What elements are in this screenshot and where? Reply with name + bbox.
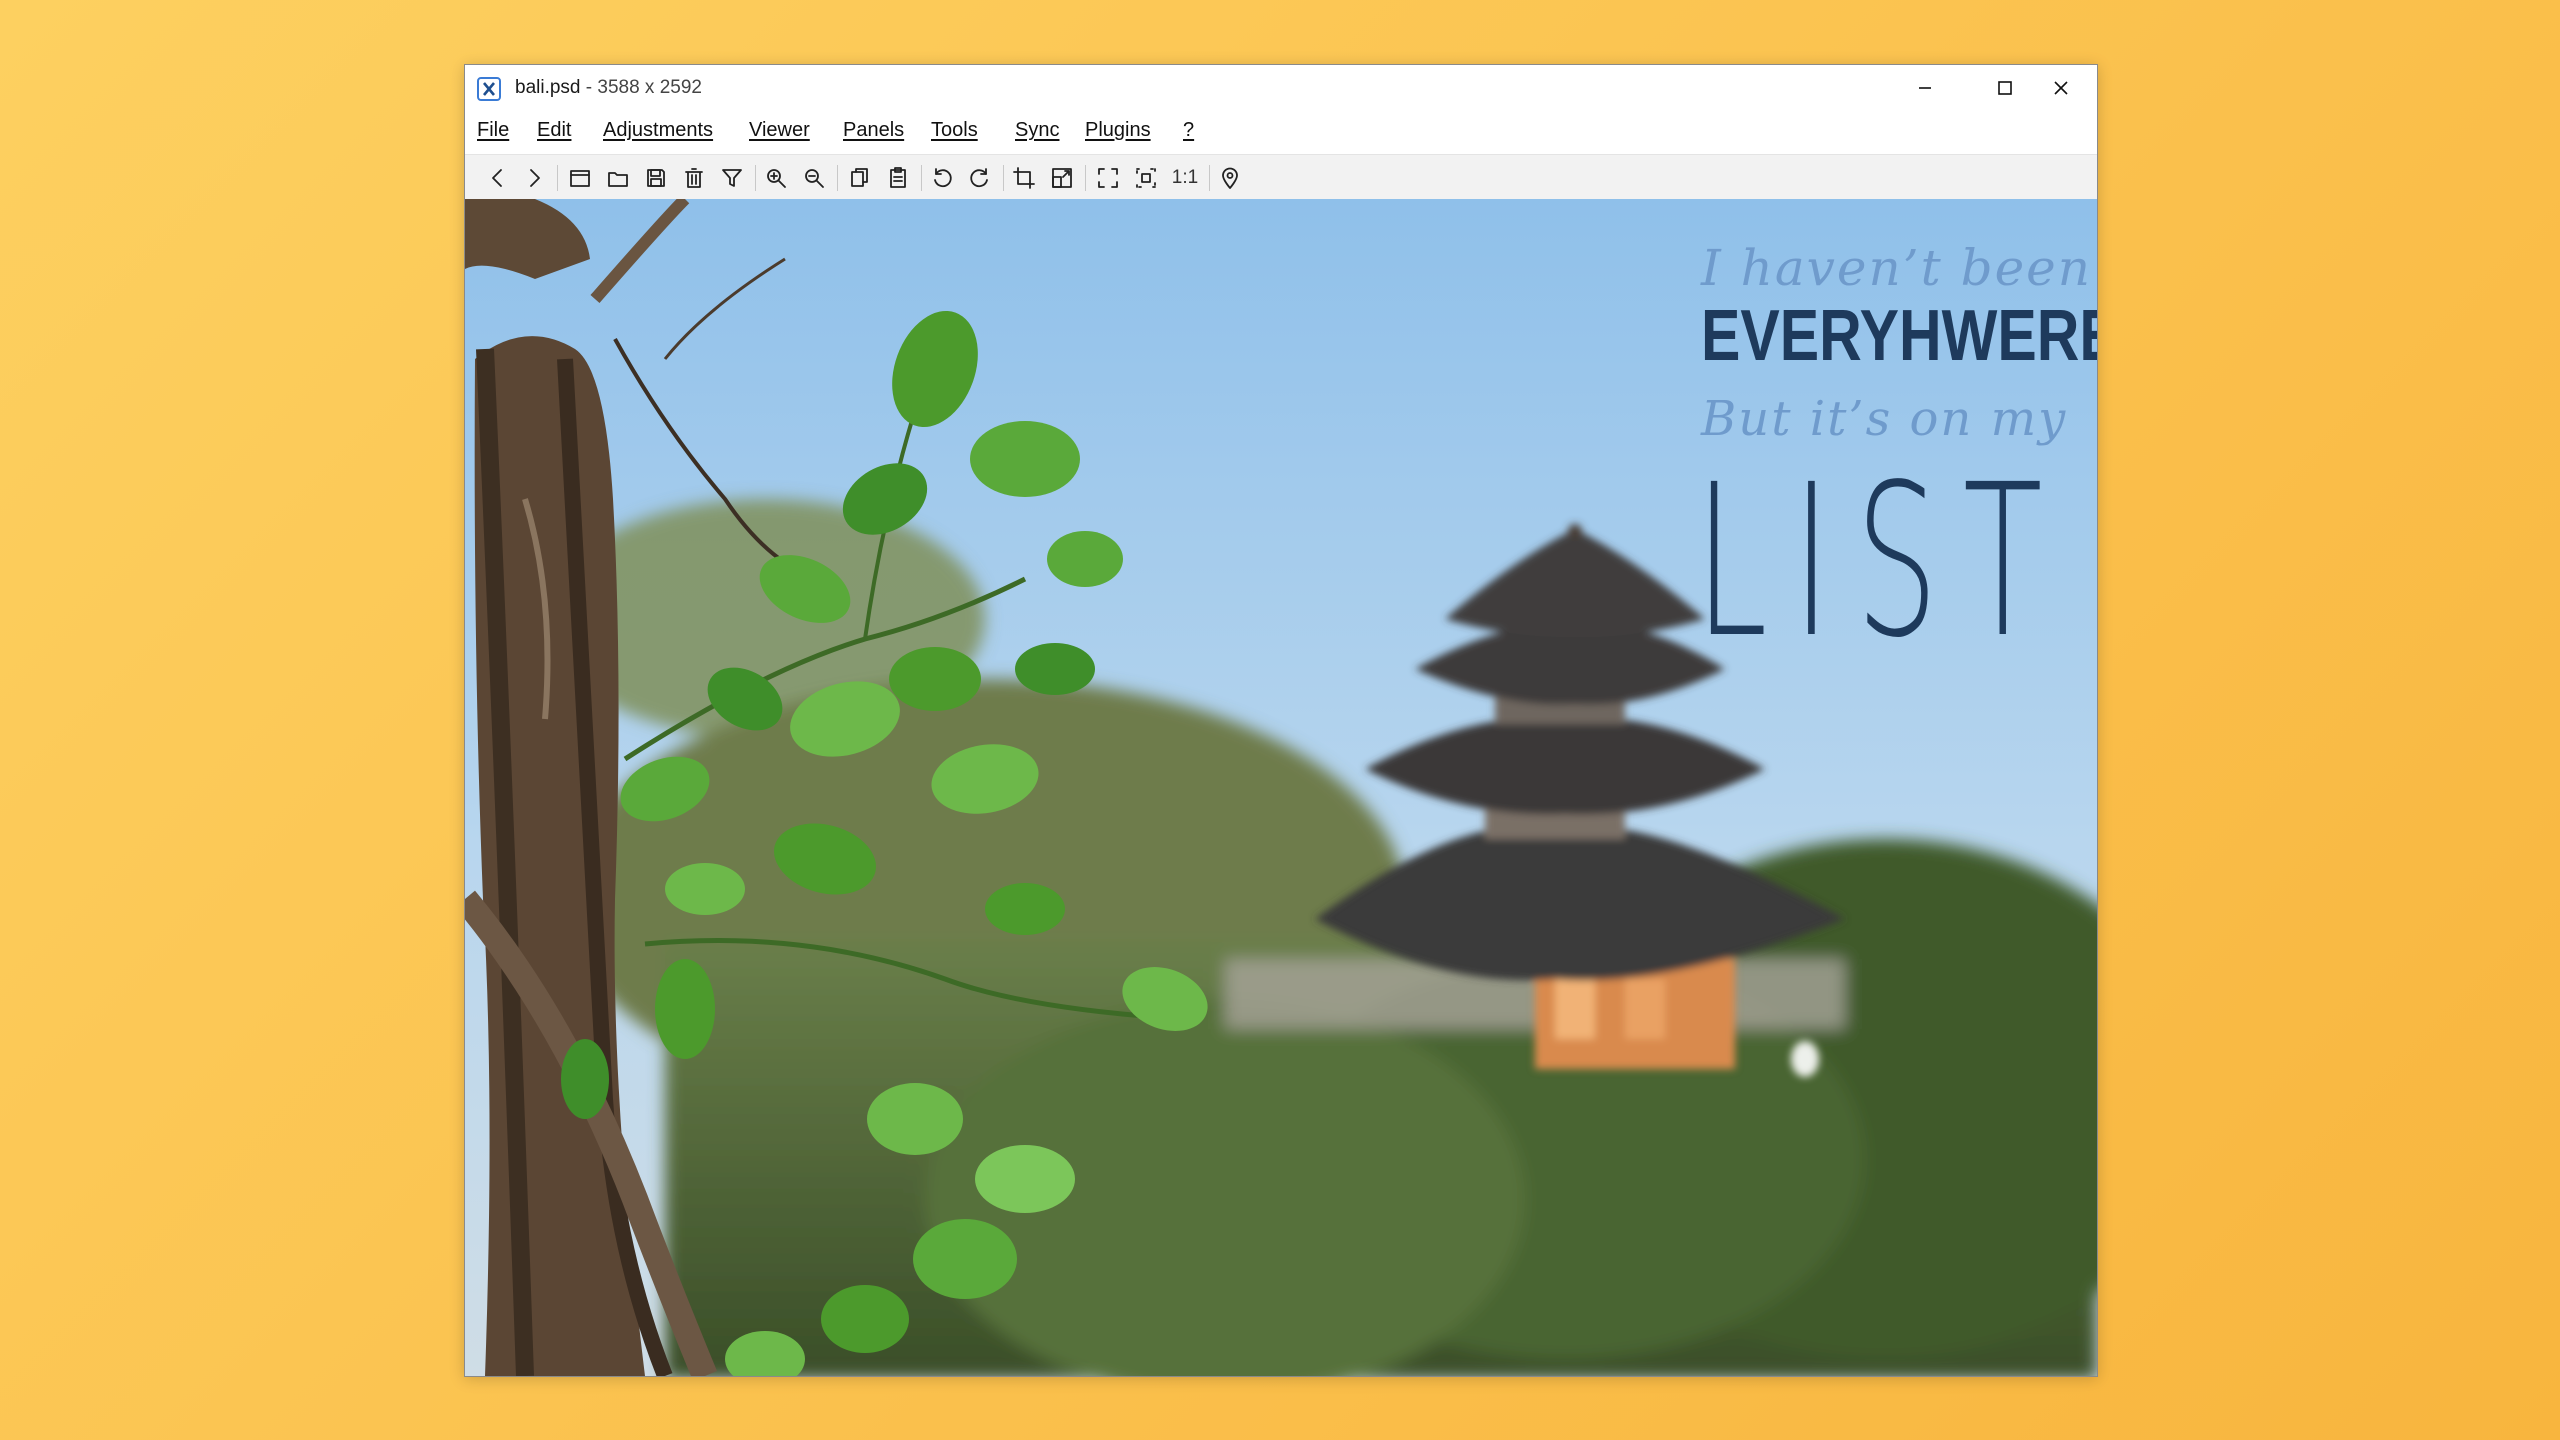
browser-icon xyxy=(570,170,590,187)
close-button[interactable] xyxy=(2025,65,2097,111)
quote-line-4: LIST xyxy=(1695,439,2068,684)
toolbar-separator xyxy=(755,165,756,191)
toolbar-separator xyxy=(837,165,838,191)
quote-line-1: I haven’t been xyxy=(1701,239,2092,297)
actual-size-label: 1:1 xyxy=(1171,167,1199,188)
maximize-icon xyxy=(1998,81,2012,95)
minimize-button[interactable] xyxy=(1889,65,1961,111)
zoom-in-button[interactable] xyxy=(761,163,791,193)
save-icon xyxy=(647,169,665,187)
fit-button[interactable] xyxy=(1131,163,1161,193)
fullscreen-icon xyxy=(1098,168,1118,188)
forward-icon xyxy=(530,169,540,187)
paste-icon xyxy=(890,167,906,188)
paste-button[interactable] xyxy=(883,163,913,193)
copy-button[interactable] xyxy=(845,163,875,193)
fit-icon xyxy=(1136,168,1156,188)
zoom-out-button[interactable] xyxy=(799,163,829,193)
rotate-right-button[interactable] xyxy=(965,163,995,193)
toolbar-separator xyxy=(921,165,922,191)
toolbar-separator xyxy=(1209,165,1210,191)
zoom-in-icon xyxy=(767,169,786,188)
minimize-icon xyxy=(1919,87,1931,89)
window-title: bali.psd - 3588 x 2592 xyxy=(515,77,702,99)
zoom-out-icon xyxy=(805,169,824,188)
quote-line-2: EVERYHWERE xyxy=(1701,296,2097,376)
menu-sync[interactable]: Sync xyxy=(1015,119,1059,142)
delete-icon xyxy=(685,168,703,188)
back-button[interactable] xyxy=(483,163,513,193)
resize-button[interactable] xyxy=(1047,163,1077,193)
filter-icon xyxy=(722,169,742,187)
file-name: bali.psd xyxy=(515,77,581,98)
xnview-app-icon xyxy=(477,77,501,101)
back-icon xyxy=(492,169,502,187)
toolbar-separator xyxy=(557,165,558,191)
rotate-left-button[interactable] xyxy=(927,163,957,193)
menu-tools[interactable]: Tools xyxy=(931,119,978,142)
browser-button[interactable] xyxy=(565,163,595,193)
fullscreen-button[interactable] xyxy=(1093,163,1123,193)
map-pin-icon xyxy=(1222,167,1238,189)
resize-icon xyxy=(1052,168,1072,188)
menu-adjustments[interactable]: Adjustments xyxy=(603,119,713,142)
crop-icon xyxy=(1013,167,1035,189)
close-icon xyxy=(2054,81,2068,95)
save-button[interactable] xyxy=(641,163,671,193)
filter-button[interactable] xyxy=(717,163,747,193)
actual-size-button[interactable]: 1:1 xyxy=(1165,163,1205,193)
map-button[interactable] xyxy=(1215,163,1245,193)
open-folder-icon xyxy=(608,172,628,187)
image-viewer-window: bali.psd - 3588 x 2592 File Edit Adjustm… xyxy=(464,64,2098,1377)
image-canvas[interactable]: I haven’t been EVERYHWERE But it’s on my… xyxy=(465,199,2097,1376)
menu-help[interactable]: ? xyxy=(1183,119,1194,142)
rotate-right-icon xyxy=(970,168,988,188)
menu-file[interactable]: File xyxy=(477,119,509,142)
crop-button[interactable] xyxy=(1009,163,1039,193)
toolbar-separator xyxy=(1085,165,1086,191)
menu-panels[interactable]: Panels xyxy=(843,119,904,142)
menu-viewer[interactable]: Viewer xyxy=(749,119,810,142)
copy-icon xyxy=(851,168,868,187)
forward-button[interactable] xyxy=(519,163,549,193)
menu-edit[interactable]: Edit xyxy=(537,119,571,142)
image-dimensions: - 3588 x 2592 xyxy=(585,77,702,98)
open-button[interactable] xyxy=(603,163,633,193)
title-bar: bali.psd - 3588 x 2592 xyxy=(465,65,2097,111)
toolbar-separator xyxy=(1003,165,1004,191)
toolbar: 1:1 xyxy=(465,154,2097,200)
menu-bar: File Edit Adjustments Viewer Panels Tool… xyxy=(465,119,2097,147)
rotate-left-icon xyxy=(934,168,952,188)
menu-plugins[interactable]: Plugins xyxy=(1085,119,1151,142)
delete-button[interactable] xyxy=(679,163,709,193)
